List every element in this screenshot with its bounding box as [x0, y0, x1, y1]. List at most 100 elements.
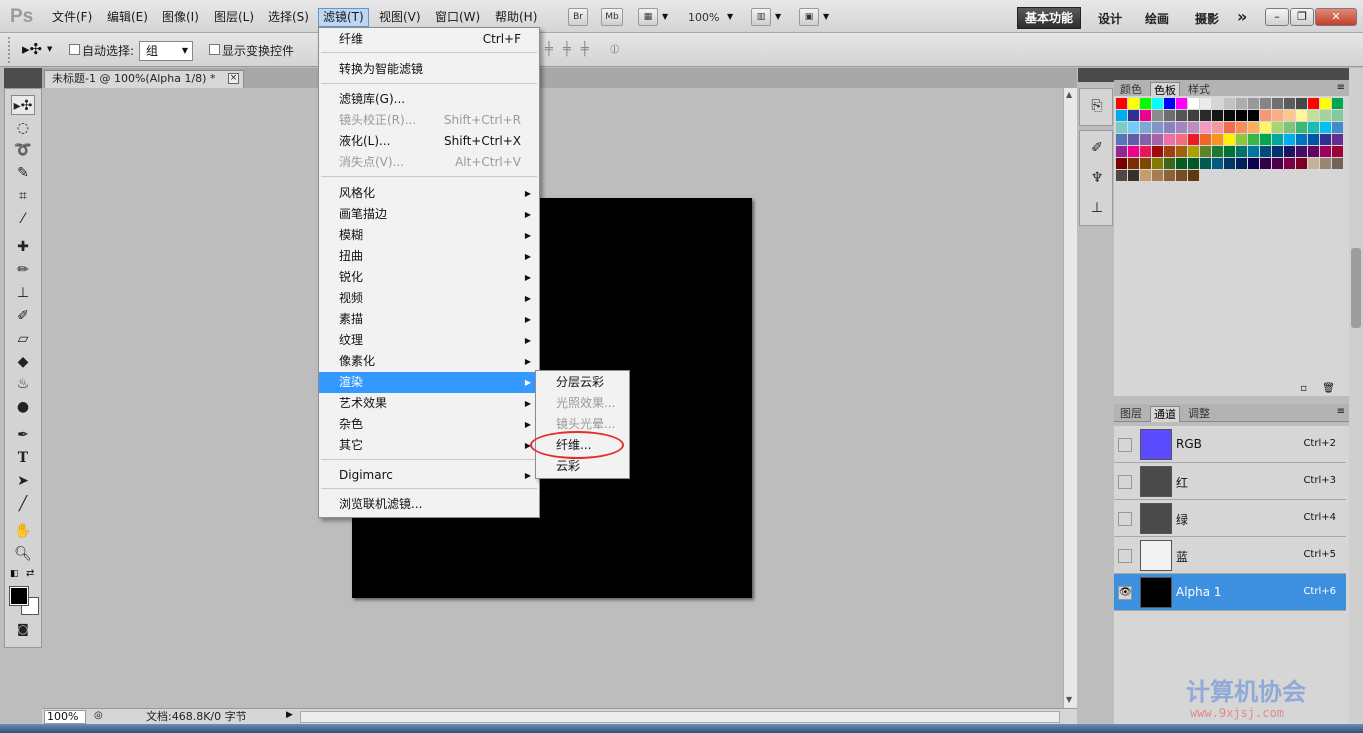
color-swatch[interactable]: [1296, 134, 1307, 145]
dodge-tool-icon[interactable]: ♨: [11, 374, 35, 394]
chevron-down-icon[interactable]: ▼: [47, 45, 52, 53]
color-swatch[interactable]: [1140, 146, 1151, 157]
color-swatch[interactable]: [1152, 110, 1163, 121]
filter-menu-item[interactable]: 纤维 Ctrl+F: [319, 29, 539, 50]
color-swatch[interactable]: [1224, 110, 1235, 121]
color-swatch[interactable]: [1260, 158, 1271, 169]
healing-brush-tool-icon[interactable]: ✚: [11, 237, 35, 257]
color-swatch[interactable]: [1284, 98, 1295, 109]
filter-menu-item[interactable]: 渲染 ▶: [319, 372, 539, 393]
color-swatch[interactable]: [1188, 146, 1199, 157]
color-swatch[interactable]: [1224, 158, 1235, 169]
color-swatch[interactable]: [1200, 134, 1211, 145]
color-swatch[interactable]: [1308, 110, 1319, 121]
color-swatch[interactable]: [1128, 170, 1139, 181]
channel-row[interactable]: 蓝 Ctrl+5: [1114, 537, 1346, 574]
color-swatch[interactable]: [1212, 110, 1223, 121]
move-tool-icon[interactable]: ▸✣: [22, 40, 42, 58]
color-swatch[interactable]: [1188, 158, 1199, 169]
color-swatch[interactable]: [1152, 170, 1163, 181]
color-swatch[interactable]: [1320, 146, 1331, 157]
swap-colors-icon[interactable]: ⇄: [26, 568, 34, 579]
type-tool-icon[interactable]: T: [11, 448, 35, 468]
color-swatch[interactable]: [1332, 158, 1343, 169]
dock-header[interactable]: [1078, 68, 1114, 82]
filter-menu-item[interactable]: 消失点(V)... Alt+Ctrl+V: [319, 152, 539, 173]
menu-image[interactable]: 图像(I): [158, 8, 203, 27]
color-swatch[interactable]: [1212, 98, 1223, 109]
scroll-up-icon[interactable]: ▲: [1066, 90, 1072, 99]
color-swatch[interactable]: [1140, 158, 1151, 169]
panel-scrollbar[interactable]: [1349, 68, 1363, 724]
horizontal-scrollbar[interactable]: [300, 711, 1060, 723]
line-tool-icon[interactable]: ╱: [11, 494, 35, 514]
color-swatch[interactable]: [1164, 146, 1175, 157]
menu-layer[interactable]: 图层(L): [210, 8, 258, 27]
color-swatch[interactable]: [1308, 146, 1319, 157]
color-swatch[interactable]: [1320, 158, 1331, 169]
tab-layers[interactable]: 图层: [1117, 406, 1145, 422]
move-tool-icon[interactable]: ▸✣: [11, 95, 35, 115]
color-swatch[interactable]: [1332, 110, 1343, 121]
color-swatch[interactable]: [1308, 98, 1319, 109]
filter-menu-item[interactable]: 杂色 ▶: [319, 414, 539, 435]
color-swatch[interactable]: [1200, 158, 1211, 169]
color-swatch[interactable]: [1236, 134, 1247, 145]
color-swatch[interactable]: [1284, 122, 1295, 133]
color-swatch[interactable]: [1332, 146, 1343, 157]
chevron-down-icon[interactable]: ▼: [775, 12, 781, 21]
color-swatch[interactable]: [1152, 158, 1163, 169]
auto-align-icon[interactable]: ⦶: [610, 42, 619, 57]
hand-tool-icon[interactable]: ✋: [11, 521, 35, 541]
restore-icon[interactable]: ❐: [1290, 8, 1314, 26]
brush-preset-icon[interactable]: ✐: [1086, 137, 1108, 159]
filter-menu-item[interactable]: 视频 ▶: [319, 288, 539, 309]
panel-menu-icon[interactable]: ≡: [1337, 82, 1345, 93]
close-icon[interactable]: ✕: [1315, 8, 1357, 26]
bridge-button[interactable]: Br: [568, 8, 588, 26]
zoom-level-field[interactable]: 100%: [44, 710, 86, 724]
filter-menu-item[interactable]: 纹理 ▶: [319, 330, 539, 351]
visibility-eye-icon[interactable]: [1118, 438, 1132, 452]
pen-tool-icon[interactable]: ✒: [11, 425, 35, 445]
workspace-essentials-button[interactable]: 基本功能: [1017, 7, 1081, 29]
color-swatch[interactable]: [1332, 98, 1343, 109]
color-swatch[interactable]: [1116, 122, 1127, 133]
extras-icon[interactable]: ▦: [638, 8, 658, 26]
minimize-icon[interactable]: –: [1265, 8, 1289, 26]
color-swatch[interactable]: [1188, 170, 1199, 181]
color-swatch[interactable]: [1188, 122, 1199, 133]
filter-menu-item[interactable]: 液化(L)... Shift+Ctrl+X: [319, 131, 539, 152]
menu-help[interactable]: 帮助(H): [491, 8, 541, 27]
vertical-scrollbar[interactable]: ▲ ▼: [1063, 88, 1077, 708]
menu-filter[interactable]: 滤镜(T): [318, 8, 369, 27]
zoom-select[interactable]: 100%: [688, 11, 719, 24]
channel-row[interactable]: 绿 Ctrl+4: [1114, 500, 1346, 537]
color-swatch[interactable]: [1320, 110, 1331, 121]
filter-menu-item[interactable]: 像素化 ▶: [319, 351, 539, 372]
color-swatch[interactable]: [1188, 110, 1199, 121]
color-swatch[interactable]: [1320, 122, 1331, 133]
filter-menu-item[interactable]: 镜头校正(R)... Shift+Ctrl+R: [319, 110, 539, 131]
color-swatch[interactable]: [1140, 170, 1151, 181]
color-swatch[interactable]: [1320, 98, 1331, 109]
arrange-documents-icon[interactable]: ▥: [751, 8, 771, 26]
menu-select[interactable]: 选择(S): [264, 8, 313, 27]
marquee-tool-icon[interactable]: ◌: [11, 118, 35, 138]
filter-menu-item[interactable]: 浏览联机滤镜...: [319, 494, 539, 515]
color-swatch[interactable]: [1296, 98, 1307, 109]
visibility-eye-icon[interactable]: [1118, 512, 1132, 526]
scroll-down-icon[interactable]: ▼: [1066, 695, 1072, 704]
color-swatch[interactable]: [1212, 134, 1223, 145]
color-swatch[interactable]: [1152, 98, 1163, 109]
color-swatch[interactable]: [1224, 146, 1235, 157]
color-swatch[interactable]: [1272, 110, 1283, 121]
menu-view[interactable]: 视图(V): [375, 8, 425, 27]
filter-menu-item[interactable]: 素描 ▶: [319, 309, 539, 330]
color-swatch[interactable]: [1296, 122, 1307, 133]
color-swatch[interactable]: [1116, 146, 1127, 157]
color-swatch[interactable]: [1164, 134, 1175, 145]
menu-file[interactable]: 文件(F): [48, 8, 96, 27]
render-submenu-item[interactable]: 云彩: [536, 456, 629, 477]
color-swatch[interactable]: [1164, 98, 1175, 109]
